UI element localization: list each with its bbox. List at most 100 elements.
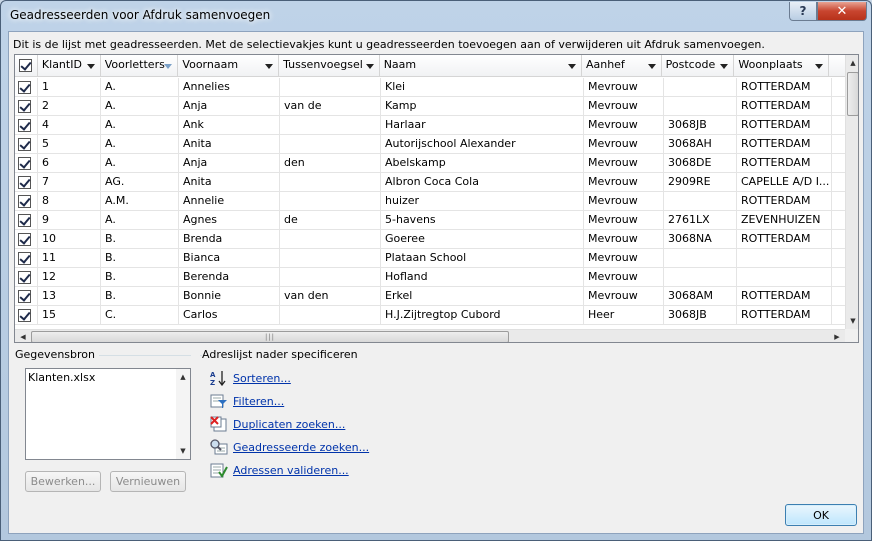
- dropdown-arrow-icon[interactable]: [815, 64, 824, 69]
- validate-link-row[interactable]: Adressen valideren...: [210, 461, 349, 479]
- cell-postcode: [664, 249, 737, 268]
- table-row[interactable]: 2 A. Anja van de Kamp Mevrouw ROTTERDAM: [15, 97, 845, 116]
- duplicates-link-row[interactable]: Duplicaten zoeken...: [210, 415, 345, 433]
- find-recipient-icon: [210, 439, 228, 455]
- column-header-naam[interactable]: Naam: [380, 55, 582, 77]
- scroll-up-icon[interactable]: ▲: [846, 55, 858, 71]
- filter-link-row[interactable]: Filteren...: [210, 392, 284, 410]
- vertical-scrollbar[interactable]: ▲ ▼: [845, 55, 858, 329]
- datasource-list[interactable]: Klanten.xlsx ▲ ▼: [25, 368, 191, 460]
- grid-header: KlantID Voorletters Voornaam Tussenvoegs…: [15, 55, 845, 77]
- cell-aanhef: Mevrouw: [584, 268, 664, 287]
- dropdown-arrow-icon[interactable]: [265, 64, 274, 69]
- row-checkbox[interactable]: [18, 233, 31, 246]
- find-recipient-link[interactable]: Geadresseerde zoeken...: [233, 441, 369, 454]
- table-row[interactable]: 5 A. Anita Autorijschool Alexander Mevrouw 30…: [15, 135, 845, 154]
- scroll-up-icon[interactable]: ▲: [176, 369, 190, 385]
- table-row[interactable]: 12 B. Berenda Hofland Mevrouw: [15, 268, 845, 287]
- dropdown-arrow-icon[interactable]: [647, 64, 656, 69]
- row-checkbox[interactable]: [18, 252, 31, 265]
- edit-button[interactable]: Bewerken...: [25, 471, 101, 492]
- cell-tussenvoegsel: [280, 173, 381, 192]
- row-checkbox[interactable]: [18, 309, 31, 322]
- svg-text:A: A: [210, 371, 216, 379]
- table-row[interactable]: 1 A. Annelies Klei Mevrouw ROTTERDAM: [15, 78, 845, 97]
- row-select-cell: [15, 154, 38, 173]
- horizontal-scroll-thumb[interactable]: |||: [31, 331, 509, 342]
- row-checkbox[interactable]: [18, 157, 31, 170]
- cell-naam: Harlaar: [381, 116, 584, 135]
- select-all-header[interactable]: [15, 55, 38, 77]
- dropdown-arrow-icon[interactable]: [720, 64, 729, 69]
- find-recipient-link-row[interactable]: Geadresseerde zoeken...: [210, 438, 369, 456]
- table-row[interactable]: 11 B. Bianca Plataan School Mevrouw: [15, 249, 845, 268]
- cell-aanhef: Mevrouw: [584, 287, 664, 306]
- table-row[interactable]: 8 A.M. Annelie huizer Mevrouw ROTTERDAM: [15, 192, 845, 211]
- column-header-woonplaats[interactable]: Woonplaats: [734, 55, 830, 77]
- select-all-checkbox[interactable]: [19, 59, 32, 72]
- dropdown-arrow-icon[interactable]: [86, 64, 95, 69]
- datasource-item[interactable]: Klanten.xlsx: [28, 371, 95, 384]
- filter-link[interactable]: Filteren...: [233, 395, 284, 408]
- table-row[interactable]: 6 A. Anja den Abelskamp Mevrouw 3068DE ROTTERDA…: [15, 154, 845, 173]
- row-checkbox[interactable]: [18, 290, 31, 303]
- ok-button[interactable]: OK: [785, 504, 857, 526]
- column-header-voornaam[interactable]: Voornaam: [178, 55, 280, 77]
- table-row[interactable]: 4 A. Ank Harlaar Mevrouw 3068JB ROTTERDAM: [15, 116, 845, 135]
- cell-voorletters: B.: [101, 249, 179, 268]
- table-row[interactable]: 10 B. Brenda Goeree Mevrouw 3068NA ROTTERDAM: [15, 230, 845, 249]
- find-duplicates-link[interactable]: Duplicaten zoeken...: [233, 418, 345, 431]
- datasource-scrollbar[interactable]: ▲ ▼: [176, 369, 190, 459]
- title-bar[interactable]: Geadresseerden voor Afdruk samenvoegen ?…: [1, 1, 871, 31]
- row-checkbox[interactable]: [18, 81, 31, 94]
- row-checkbox[interactable]: [18, 195, 31, 208]
- cell-tussenvoegsel: [280, 192, 381, 211]
- horizontal-scrollbar[interactable]: ◀ ||| ▶: [15, 329, 845, 342]
- row-checkbox[interactable]: [18, 214, 31, 227]
- column-label: Aanhef: [585, 58, 625, 71]
- row-select-cell: [15, 192, 38, 211]
- scroll-down-icon[interactable]: ▼: [176, 443, 190, 459]
- window-title: Geadresseerden voor Afdruk samenvoegen: [10, 8, 271, 22]
- mail-merge-recipients-dialog: Geadresseerden voor Afdruk samenvoegen ?…: [0, 0, 872, 541]
- cell-naam: Hofland: [381, 268, 584, 287]
- filter-icon: [210, 393, 228, 409]
- row-checkbox[interactable]: [18, 138, 31, 151]
- close-button[interactable]: ✕: [817, 2, 867, 21]
- table-row[interactable]: 7 AG. Anita Albron Coca Cola Mevrouw 2909RE CA…: [15, 173, 845, 192]
- row-checkbox[interactable]: [18, 176, 31, 189]
- scroll-right-icon[interactable]: ▶: [829, 330, 845, 342]
- cell-voorletters: A.M.: [101, 192, 179, 211]
- row-checkbox[interactable]: [18, 271, 31, 284]
- column-header-postcode[interactable]: Postcode: [662, 55, 735, 77]
- validate-addresses-link[interactable]: Adressen valideren...: [233, 464, 349, 477]
- row-checkbox[interactable]: [18, 119, 31, 132]
- cell-tussenvoegsel: [280, 268, 381, 287]
- refresh-button[interactable]: Vernieuwen: [110, 471, 186, 492]
- column-header-klantid[interactable]: KlantID: [38, 55, 101, 77]
- validate-addresses-icon: [210, 462, 228, 478]
- table-row[interactable]: 15 C. Carlos H.J.Zijtregtop Cubord Heer 3068J…: [15, 306, 845, 325]
- dropdown-arrow-icon[interactable]: [365, 64, 374, 69]
- column-header-voorletters[interactable]: Voorletters: [101, 55, 179, 77]
- cell-naam: Klei: [381, 78, 584, 97]
- sort-link[interactable]: Sorteren...: [233, 372, 291, 385]
- sort-ascending-icon[interactable]: [164, 64, 173, 69]
- column-label: KlantID: [41, 58, 82, 71]
- column-header-aanhef[interactable]: Aanhef: [582, 55, 662, 77]
- scroll-down-icon[interactable]: ▼: [846, 313, 858, 329]
- cell-tussenvoegsel: van de: [280, 97, 381, 116]
- sort-link-row[interactable]: A Z Sorteren...: [210, 369, 291, 387]
- cell-klantid: 13: [38, 287, 101, 306]
- table-row[interactable]: 9 A. Agnes de 5-havens Mevrouw 2761LX ZEVENHUIZ…: [15, 211, 845, 230]
- row-checkbox[interactable]: [18, 100, 31, 113]
- vertical-scroll-thumb[interactable]: [847, 72, 858, 116]
- help-button[interactable]: ?: [789, 2, 817, 21]
- cell-voornaam: Annelies: [179, 78, 280, 97]
- cell-aanhef: Mevrouw: [584, 249, 664, 268]
- column-header-tussenvoegsel[interactable]: Tussenvoegsel: [279, 55, 380, 77]
- dropdown-arrow-icon[interactable]: [567, 64, 576, 69]
- table-row[interactable]: 13 B. Bonnie van den Erkel Mevrouw 3068AM ROTTE…: [15, 287, 845, 306]
- scroll-left-icon[interactable]: ◀: [15, 330, 31, 342]
- cell-postcode: [664, 78, 737, 97]
